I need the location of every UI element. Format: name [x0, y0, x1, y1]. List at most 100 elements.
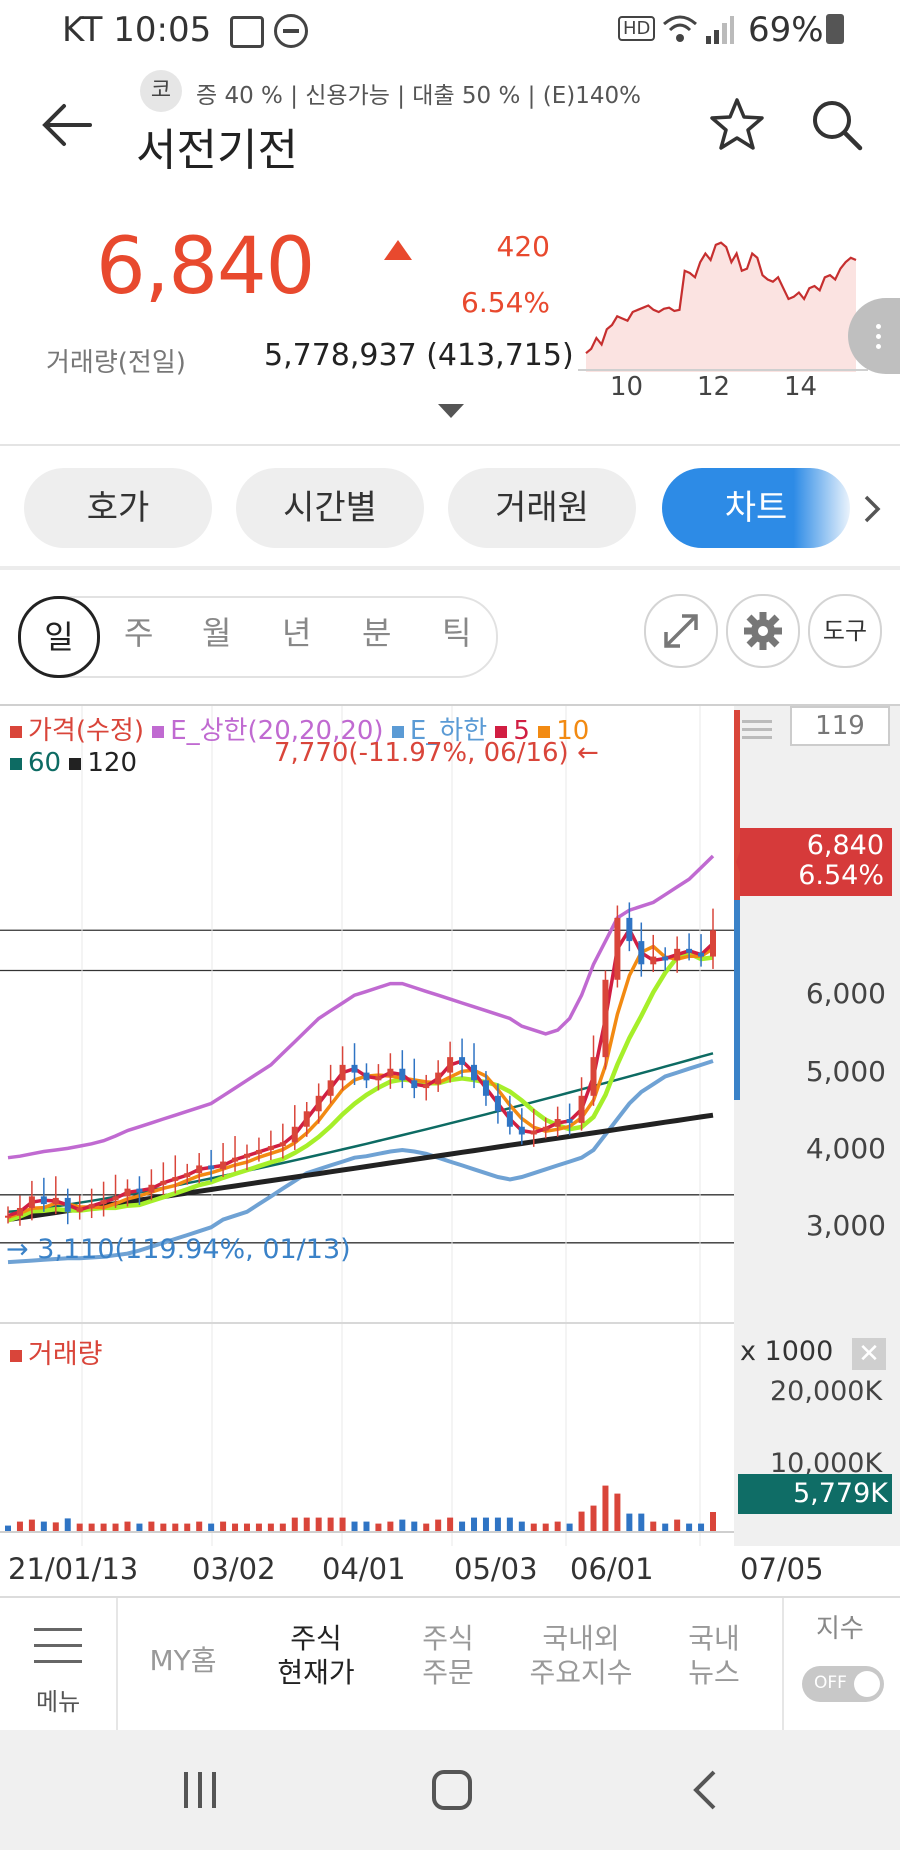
period-year[interactable]: 년	[282, 608, 311, 654]
fullscreen-button[interactable]	[644, 594, 718, 668]
volume-bar	[554, 1521, 561, 1532]
index-label: 지수	[816, 1614, 864, 1644]
volume-bar	[351, 1521, 358, 1532]
status-time: KT 10:05	[62, 10, 212, 50]
volume-bar	[160, 1523, 167, 1532]
volume-bar	[76, 1523, 83, 1532]
volume-bar	[542, 1523, 549, 1532]
volume-bar	[662, 1523, 669, 1532]
volume-bar	[16, 1521, 23, 1532]
price-tag-value: 6,840	[806, 830, 884, 861]
drag-handle-icon[interactable]	[742, 716, 772, 746]
period-day[interactable]: 일	[18, 596, 100, 678]
x-axis-label: 03/02	[192, 1552, 276, 1586]
signal-icon	[706, 16, 734, 44]
period-tick[interactable]: 틱	[442, 608, 471, 654]
nav-stock-order[interactable]: 주식 주문	[388, 1622, 508, 1690]
settings-button[interactable]	[726, 594, 800, 668]
candle-body	[626, 917, 633, 942]
candle-body	[279, 1142, 286, 1147]
volume-bar	[196, 1521, 203, 1532]
period-minute[interactable]: 분	[362, 608, 391, 654]
wifi-icon	[663, 15, 697, 42]
candle-body	[638, 941, 645, 965]
volume-bar	[303, 1517, 310, 1532]
back-icon[interactable]	[690, 1770, 720, 1810]
candle-body	[674, 948, 681, 961]
favorite-star-icon[interactable]	[708, 96, 766, 152]
volume-bar	[626, 1513, 633, 1532]
tools-button[interactable]: 도구	[808, 594, 882, 668]
candle-body	[339, 1064, 346, 1081]
volume-bar	[650, 1521, 657, 1532]
volume-bar	[315, 1517, 322, 1532]
candle-body	[662, 956, 669, 961]
price-change-pct: 6.54%	[461, 286, 550, 319]
candle-body	[411, 1080, 418, 1089]
candle-body	[698, 952, 705, 957]
mini-price-chart[interactable]	[578, 222, 868, 372]
x-axis-label: 05/03	[454, 1552, 538, 1586]
candle-body	[578, 1095, 585, 1123]
battery-icon	[826, 14, 844, 44]
candle-body	[303, 1111, 310, 1127]
candle-body	[650, 956, 657, 965]
candle-body	[506, 1111, 513, 1127]
volume-bar	[363, 1521, 370, 1532]
candle-body	[136, 1188, 143, 1193]
nav-my-home[interactable]: MY홈	[128, 1644, 238, 1678]
volume-bar	[518, 1521, 525, 1532]
period-month[interactable]: 월	[202, 608, 231, 654]
candle-body	[88, 1204, 95, 1208]
candle-body	[710, 930, 716, 957]
search-icon[interactable]	[810, 98, 864, 152]
tab-by-time[interactable]: 시간별	[236, 468, 424, 548]
recent-apps-icon[interactable]	[180, 1770, 220, 1810]
candle-body	[435, 1072, 442, 1085]
divider	[0, 444, 900, 446]
nav-major-indices[interactable]: 국내외 주요지수	[516, 1622, 646, 1690]
volume-bar	[148, 1521, 155, 1532]
nav-domestic-news[interactable]: 국내 뉴스	[654, 1622, 774, 1690]
y-axis-tick: 6,000	[805, 977, 886, 1011]
candle-body	[16, 1207, 23, 1216]
price-tag-pointer	[736, 830, 748, 894]
candle-body	[52, 1197, 59, 1205]
low-annotation: → 3,110(119.94%, 01/13)	[6, 1234, 351, 1265]
battery-percent: 69%	[748, 10, 824, 50]
close-volume-button[interactable]: ✕	[852, 1338, 886, 1370]
candle-body	[327, 1080, 334, 1096]
candle-body	[542, 1126, 549, 1131]
expand-arrows-icon	[664, 614, 698, 648]
candle-body	[184, 1173, 191, 1178]
index-toggle[interactable]: OFF	[802, 1666, 884, 1702]
volume-bar	[136, 1523, 143, 1532]
expand-chevron-icon[interactable]	[438, 404, 464, 420]
candle-body	[686, 948, 693, 953]
menu-button[interactable]: 메뉴	[0, 1598, 116, 1730]
volume-bar	[482, 1517, 489, 1532]
stock-name: 서전기전	[136, 125, 298, 176]
hd-icon: HD	[618, 16, 656, 41]
tab-chart[interactable]: 차트	[662, 468, 850, 548]
candle-body	[196, 1165, 203, 1174]
volume-bar	[447, 1517, 454, 1532]
candle-body	[112, 1196, 119, 1201]
home-icon[interactable]	[430, 1768, 474, 1812]
tab-brokers[interactable]: 거래원	[448, 468, 636, 548]
price-tag-pct: 6.54%	[798, 860, 884, 891]
candle-body	[5, 1215, 11, 1218]
volume-bar	[614, 1493, 621, 1532]
volume-bar	[255, 1523, 262, 1532]
nav-stock-price[interactable]: 주식 현재가	[256, 1622, 376, 1690]
period-week[interactable]: 주	[124, 608, 153, 654]
volume-bar	[530, 1523, 537, 1532]
period-count-box[interactable]: 119	[790, 706, 890, 746]
candle-body	[243, 1153, 250, 1158]
candle-body	[494, 1095, 501, 1112]
x-axis-label: 06/01	[570, 1552, 654, 1586]
back-arrow-icon[interactable]	[40, 100, 96, 150]
status-bar: KT 10:05 HD 69%	[0, 0, 900, 62]
chevron-right-icon[interactable]	[862, 494, 882, 524]
tab-orderbook[interactable]: 호가	[24, 468, 212, 548]
